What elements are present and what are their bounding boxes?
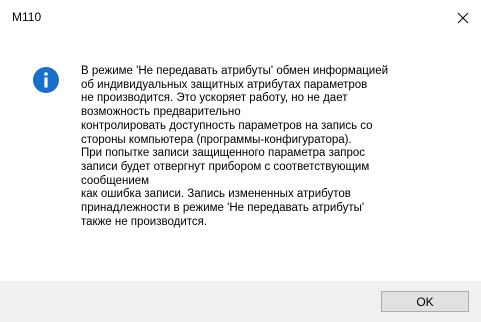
message-text: В режиме 'Не передавать атрибуты' обмен …	[81, 65, 389, 228]
info-icon	[33, 67, 59, 93]
message-dialog: M110 В режиме 'Не передавать атрибуты' о…	[0, 0, 481, 322]
window-title: M110	[12, 10, 42, 24]
dialog-body: В режиме 'Не передавать атрибуты' обмен …	[0, 36, 481, 281]
close-icon	[457, 12, 469, 24]
title-bar: M110	[0, 0, 481, 36]
button-bar: OK	[0, 281, 481, 322]
close-button[interactable]	[449, 4, 477, 32]
ok-button[interactable]: OK	[381, 291, 469, 312]
